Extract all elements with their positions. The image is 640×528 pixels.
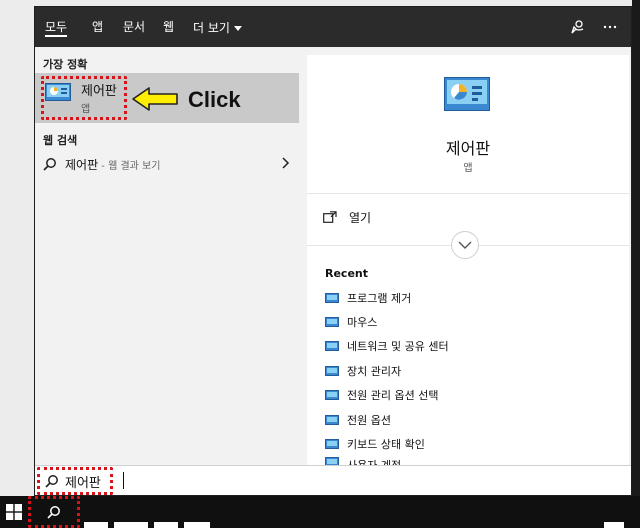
taskbar-app[interactable] bbox=[114, 522, 148, 528]
taskbar-app[interactable] bbox=[604, 522, 624, 528]
windows-icon[interactable] bbox=[6, 504, 22, 520]
text-cursor bbox=[123, 472, 124, 489]
web-search-result[interactable]: 제어판 - 웹 결과 보기 bbox=[35, 151, 299, 177]
preview-subtitle: 앱 bbox=[463, 163, 473, 174]
recent-item-label: 전원 관리 옵션 선택 bbox=[347, 389, 439, 402]
control-panel-icon bbox=[325, 415, 339, 425]
taskbar bbox=[0, 496, 640, 528]
tab-more-label: 더 보기 bbox=[193, 21, 230, 35]
web-search-heading: 웹 검색 bbox=[43, 134, 78, 147]
recent-item-label: 마우스 bbox=[347, 316, 378, 329]
start-search-menu: 모두 앱 문서 웹 더 보기 가장 정확 제어판 앱 Click 웹 검색 제어… bbox=[34, 6, 632, 496]
control-panel-icon bbox=[325, 341, 339, 351]
recent-item-label: 장치 관리자 bbox=[347, 365, 402, 378]
tab-documents[interactable]: 문서 bbox=[123, 19, 145, 37]
click-annotation: Click bbox=[188, 87, 241, 112]
search-icon bbox=[45, 475, 58, 488]
search-icon bbox=[47, 506, 60, 519]
control-panel-icon bbox=[444, 77, 490, 111]
taskbar-app[interactable] bbox=[184, 522, 210, 528]
web-suffix: - 웹 결과 보기 bbox=[98, 161, 161, 172]
control-panel-icon bbox=[45, 83, 71, 101]
recent-item[interactable]: 전원 관리 옵션 선택 bbox=[325, 386, 438, 404]
recent-item-label: 네트워크 및 공유 센터 bbox=[347, 340, 449, 353]
control-panel-icon bbox=[325, 366, 339, 376]
results-pane: 가장 정확 제어판 앱 Click 웹 검색 제어판 - 웹 결과 보기 bbox=[35, 47, 299, 465]
preview-title: 제어판 bbox=[445, 139, 491, 158]
control-panel-icon bbox=[325, 457, 339, 465]
taskbar-search-button[interactable] bbox=[30, 496, 78, 528]
tab-all[interactable]: 모두 bbox=[45, 19, 68, 37]
recent-item[interactable]: 프로그램 제거 bbox=[325, 289, 411, 307]
control-panel-icon bbox=[325, 293, 339, 303]
tab-apps[interactable]: 앱 bbox=[92, 19, 103, 37]
best-match-title: 제어판 bbox=[81, 84, 117, 99]
expand-button[interactable] bbox=[451, 231, 479, 259]
taskbar-app[interactable] bbox=[84, 522, 108, 528]
pointer-arrow-icon bbox=[132, 87, 178, 111]
web-query: 제어판 bbox=[65, 158, 99, 172]
divider bbox=[307, 193, 629, 194]
recent-item[interactable]: 마우스 bbox=[325, 313, 377, 331]
web-result-label: 제어판 - 웹 결과 보기 bbox=[65, 156, 160, 173]
feedback-icon[interactable] bbox=[567, 16, 589, 38]
window-edge bbox=[632, 0, 640, 496]
recent-item[interactable]: 전원 옵션 bbox=[325, 411, 391, 429]
control-panel-icon bbox=[325, 317, 339, 327]
chevron-down-icon bbox=[233, 25, 242, 31]
control-panel-icon bbox=[325, 390, 339, 400]
control-panel-icon bbox=[325, 439, 339, 449]
recent-item-label: 사용자 계정 bbox=[347, 457, 401, 465]
recent-heading: Recent bbox=[325, 267, 369, 280]
recent-item-label: 키보드 상태 확인 bbox=[347, 438, 425, 451]
filter-bar: 모두 앱 문서 웹 더 보기 bbox=[35, 7, 631, 47]
open-action[interactable]: 열기 bbox=[323, 207, 371, 227]
best-match-heading: 가장 정확 bbox=[43, 58, 88, 71]
recent-item-label: 전원 옵션 bbox=[347, 414, 391, 427]
more-icon[interactable] bbox=[599, 16, 621, 38]
chevron-right-icon bbox=[282, 157, 290, 169]
open-icon bbox=[323, 211, 337, 223]
preview-pane: 제어판 앱 열기 Recent 프로그램 제거 마우스 네트워크 및 공유 센터… bbox=[307, 55, 629, 465]
recent-item[interactable]: 장치 관리자 bbox=[325, 362, 401, 380]
recent-item[interactable]: 네트워크 및 공유 센터 bbox=[325, 337, 449, 355]
open-label: 열기 bbox=[349, 210, 372, 225]
recent-item[interactable]: 사용자 계정 bbox=[325, 457, 401, 465]
tab-web[interactable]: 웹 bbox=[163, 19, 174, 37]
recent-item-label: 프로그램 제거 bbox=[347, 292, 412, 305]
chevron-down-icon bbox=[458, 241, 472, 249]
best-match-subtitle: 앱 bbox=[81, 104, 91, 115]
search-input[interactable] bbox=[65, 471, 465, 491]
search-bar bbox=[35, 465, 631, 495]
taskbar-app[interactable] bbox=[154, 522, 178, 528]
search-icon bbox=[43, 158, 56, 171]
tab-more[interactable]: 더 보기 bbox=[193, 19, 242, 37]
recent-item[interactable]: 키보드 상태 확인 bbox=[325, 435, 425, 453]
